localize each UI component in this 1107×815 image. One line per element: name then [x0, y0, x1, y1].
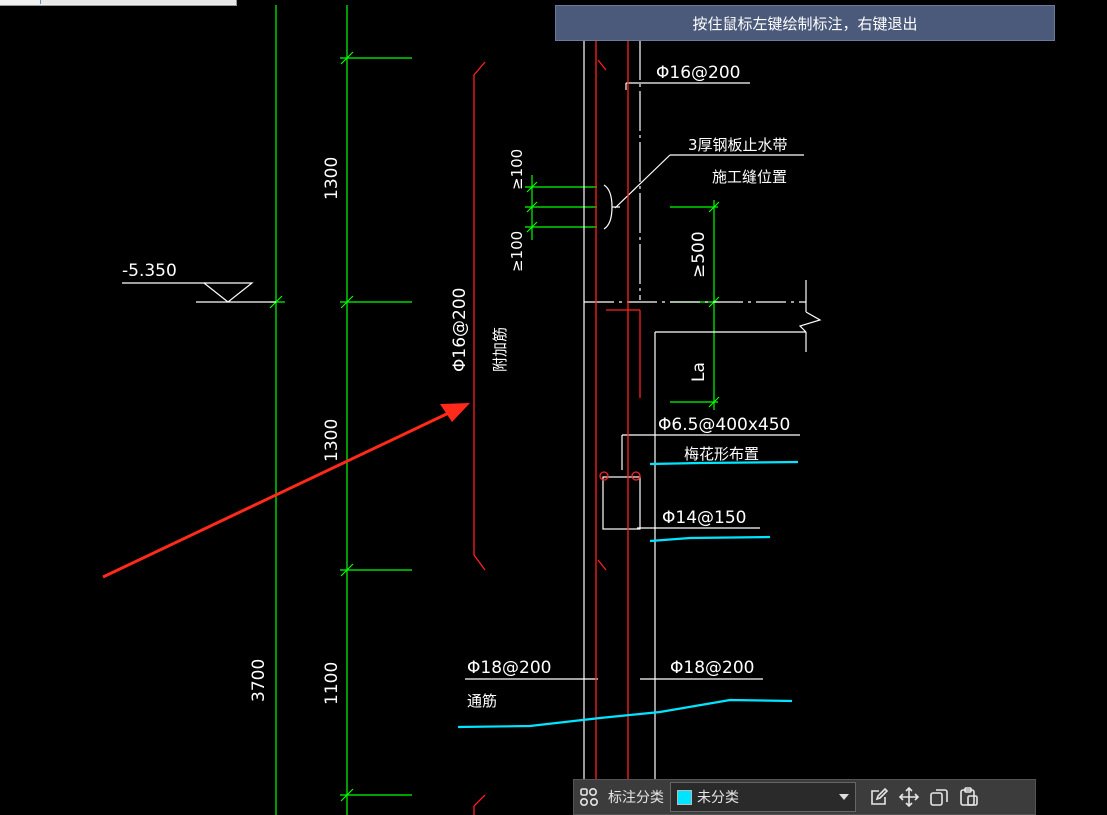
rebar-label-phi14: Φ14@150: [662, 508, 746, 528]
rebar-label-phi16-top: Φ16@200: [656, 63, 740, 83]
dim-1300-mid: 1300: [322, 419, 342, 462]
dim-ge100-a: ≥100: [508, 149, 526, 190]
category-label: 标注分类: [608, 790, 664, 806]
move-icon[interactable]: [894, 782, 924, 812]
elevation-label: -5.350: [122, 261, 177, 281]
dim-ge500: ≥500: [689, 231, 709, 278]
rebar-label-phi18-right: Φ18@200: [670, 658, 754, 678]
through-rebar-label: 通筋: [467, 692, 497, 710]
red-arrow-annotation: [102, 403, 470, 579]
plum-layout-label: 梅花形布置: [684, 445, 759, 463]
chevron-down-icon: [839, 794, 849, 800]
dim-la: La: [689, 362, 709, 382]
added-rebar-label: 附加筋: [491, 327, 509, 372]
rebar-lines: [473, 40, 641, 815]
rebar-label-phi16-vertical: Φ16@200: [450, 288, 470, 372]
annotation-hint-banner: 按住鼠标左键绘制标注，右键退出: [555, 5, 1055, 41]
category-selected-value: 未分类: [697, 790, 739, 806]
category-color-swatch: [677, 789, 692, 805]
paste-icon[interactable]: [954, 782, 984, 812]
joint-label: 施工缝位置: [712, 168, 787, 186]
dim-1100: 1100: [322, 662, 342, 705]
dim-ge100-b: ≥100: [508, 231, 526, 272]
grid-apps-icon[interactable]: [574, 782, 604, 812]
waterstop-label: 3厚钢板止水带: [688, 136, 788, 154]
dim-1300-top: 1300: [322, 157, 342, 200]
rebar-label-phi18-left: Φ18@200: [467, 658, 551, 678]
annotation-toolbar: 标注分类 未分类: [573, 779, 1036, 815]
edit-icon[interactable]: [864, 782, 894, 812]
dim-3700: 3700: [249, 659, 269, 702]
category-dropdown[interactable]: 未分类: [670, 782, 856, 812]
cad-drawing: 1300 1300 1100 3700 ≥100 ≥100 ≥500 La -5…: [102, 5, 822, 815]
rebar-label-phi6-5: Φ6.5@400x450: [658, 415, 790, 435]
cad-canvas[interactable]: 1300 1300 1100 3700 ≥100 ≥100 ≥500 La -5…: [0, 0, 1107, 815]
copy-icon[interactable]: [924, 782, 954, 812]
